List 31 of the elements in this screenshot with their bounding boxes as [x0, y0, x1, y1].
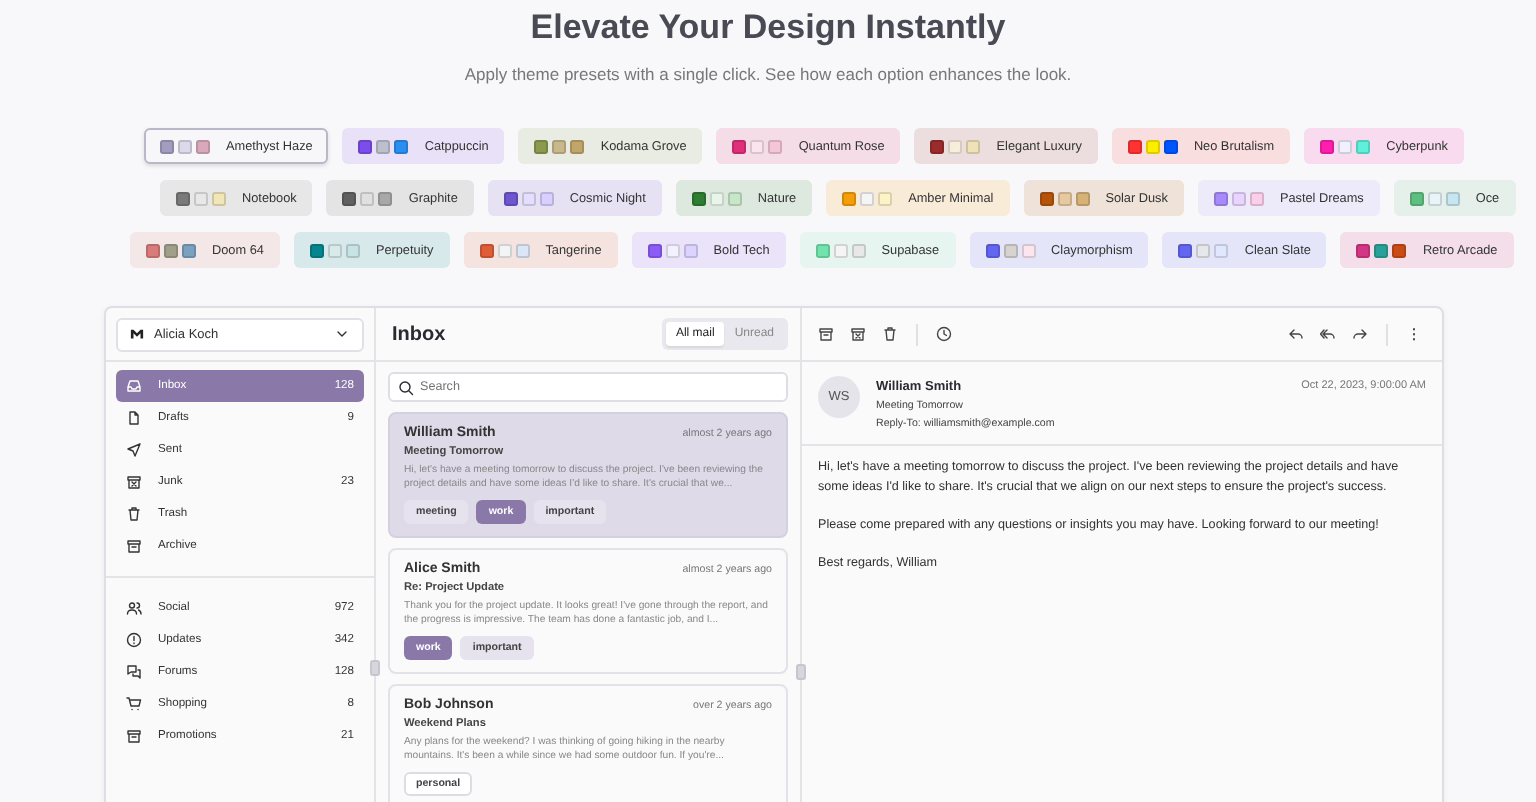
resize-handle[interactable]	[796, 664, 806, 680]
chat-icon	[126, 664, 142, 680]
mail-logo-icon	[130, 328, 144, 340]
cart-icon	[126, 696, 142, 712]
archive-icon	[126, 538, 142, 554]
junk-button[interactable]	[846, 322, 870, 346]
archive-x-icon	[850, 326, 866, 342]
send-icon	[126, 442, 142, 458]
resize-handle[interactable]	[370, 660, 380, 676]
users-icon	[126, 600, 142, 616]
inbox-icon	[126, 378, 142, 394]
forward-icon	[1352, 326, 1368, 342]
chevron-down-icon	[334, 326, 350, 342]
page-title: Elevate Your Design Instantly	[528, 8, 1008, 48]
archive-x-icon	[126, 474, 142, 490]
snooze-button[interactable]	[932, 322, 956, 346]
reply-icon	[1288, 326, 1304, 342]
clock-icon	[936, 326, 952, 342]
trash-icon	[882, 326, 898, 342]
trash-icon	[126, 506, 142, 522]
message-card[interactable]	[388, 548, 788, 674]
trash-button[interactable]	[878, 322, 902, 346]
message-card[interactable]	[388, 412, 788, 538]
reply-all-icon	[1320, 326, 1336, 342]
archive-icon	[818, 326, 834, 342]
file-icon	[126, 410, 142, 426]
inbox-title: Inbox	[392, 323, 446, 345]
search-icon	[398, 379, 414, 395]
archive-button[interactable]	[814, 322, 838, 346]
page-subtitle: Apply theme presets with a single click. See how each option enhances the look.	[462, 64, 1074, 86]
archive-icon	[126, 728, 142, 744]
